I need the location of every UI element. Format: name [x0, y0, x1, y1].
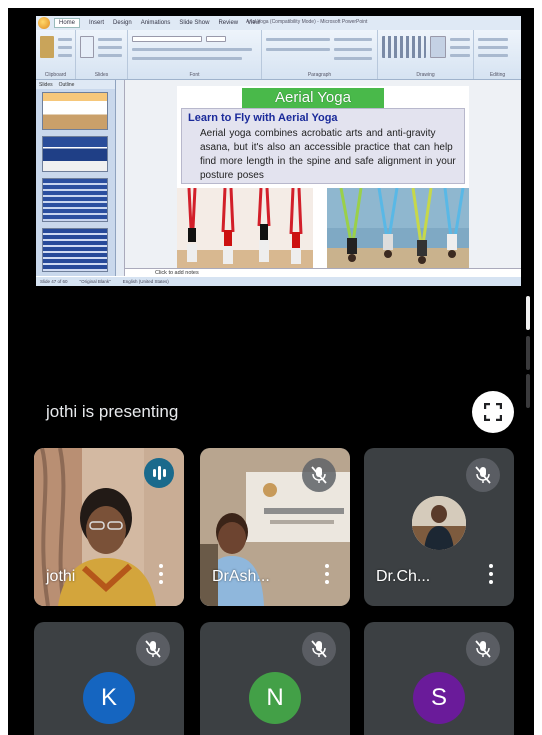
slide-canvas: Aerial Yoga Learn to Fly with Aerial Yog… — [125, 80, 521, 276]
more-vert-icon[interactable] — [486, 564, 496, 588]
participant-tile-s[interactable]: S — [364, 622, 514, 735]
participant-tile-drash[interactable]: DrAsh... — [200, 448, 350, 606]
current-slide: Aerial Yoga Learn to Fly with Aerial Yog… — [177, 86, 469, 272]
microphone-off-icon — [136, 632, 170, 666]
microphone-off-icon — [466, 458, 500, 492]
tab-review: Review — [218, 20, 239, 26]
thumbnail-tabs: Slides Outline — [36, 80, 115, 89]
status-bar: Slide 47 of 60 "Original Blank" English … — [36, 277, 521, 286]
slide-thumbnail — [42, 228, 108, 272]
notes-pane: Click to add notes — [125, 268, 521, 277]
office-button-icon — [38, 17, 50, 29]
avatar: K — [83, 672, 135, 724]
shared-screen: Home Insert Design Animations Slide Show… — [36, 16, 521, 286]
ribbon-group-font: Font — [128, 30, 262, 79]
ribbon-tab-bar: Home Insert Design Animations Slide Show… — [36, 16, 521, 30]
aerial-yoga-photo-left-icon — [177, 188, 313, 272]
avatar: S — [413, 672, 465, 724]
participant-tile-k[interactable]: K — [34, 622, 184, 735]
tab-home: Home — [54, 18, 81, 28]
slide-thumbnail-pane: Slides Outline — [36, 80, 116, 276]
tab-slides: Slides — [39, 81, 53, 88]
ribbon-group-editing: Editing — [474, 30, 521, 79]
tab-slide-show: Slide Show — [179, 20, 210, 26]
presenting-label: jothi is presenting — [46, 402, 179, 421]
more-vert-icon[interactable] — [156, 564, 166, 588]
thumbnail-scrollbar — [116, 80, 125, 276]
participant-name: jothi — [46, 568, 76, 585]
slide-title: Aerial Yoga — [242, 88, 384, 108]
more-vert-icon[interactable] — [322, 564, 332, 588]
avatar — [412, 496, 466, 550]
scrollbar-track — [526, 336, 530, 370]
slide-thumbnail — [42, 178, 108, 222]
notes-placeholder: Click to add notes — [155, 270, 199, 276]
scrollbar-track — [526, 374, 530, 408]
ribbon: Clipboard Slides Font Paragraph Drawing … — [36, 30, 521, 80]
aerial-yoga-photo-right — [327, 188, 469, 272]
audio-level-icon — [144, 458, 174, 488]
tab-outline: Outline — [58, 81, 75, 88]
participant-name: Dr.Ch... — [376, 568, 431, 585]
theme-name: "Original Blank" — [79, 279, 111, 284]
aerial-yoga-photo-right-icon — [327, 188, 469, 272]
language-indicator: English (United States) — [122, 279, 169, 284]
participant-tile-jothi[interactable]: jothi — [34, 448, 184, 606]
ribbon-group-slides: Slides — [76, 30, 128, 79]
ribbon-group-paragraph: Paragraph — [262, 30, 378, 79]
avatar: N — [249, 672, 301, 724]
tab-design: Design — [113, 20, 132, 26]
fullscreen-icon — [484, 403, 502, 421]
slide-text-box: Learn to Fly with Aerial Yoga Aerial yog… — [181, 108, 465, 184]
participant-tile-n[interactable]: N — [200, 622, 350, 735]
slide-body-text: Aerial yoga combines acrobatic arts and … — [200, 128, 456, 181]
window-title: Arial Yoga (Compatibility Mode) - Micros… — [246, 19, 368, 25]
slide-counter: Slide 47 of 60 — [40, 279, 68, 284]
slide-subtitle: Learn to Fly with Aerial Yoga — [188, 112, 338, 124]
tab-insert: Insert — [89, 20, 105, 26]
meeting-window: Home Insert Design Animations Slide Show… — [8, 8, 534, 735]
tab-animations: Animations — [140, 20, 171, 26]
aerial-yoga-photo-left — [177, 188, 313, 272]
slide-thumbnail — [42, 136, 108, 172]
scrollbar-thumb[interactable] — [526, 296, 530, 330]
microphone-off-icon — [302, 458, 336, 492]
ribbon-group-clipboard: Clipboard — [36, 30, 76, 79]
slide-thumbnail — [42, 92, 108, 130]
participant-name: DrAsh... — [212, 568, 270, 585]
fullscreen-button[interactable] — [472, 391, 514, 433]
participant-tile-drch[interactable]: Dr.Ch... — [364, 448, 514, 606]
microphone-off-icon — [466, 632, 500, 666]
microphone-off-icon — [302, 632, 336, 666]
ribbon-group-drawing: Drawing — [378, 30, 474, 79]
